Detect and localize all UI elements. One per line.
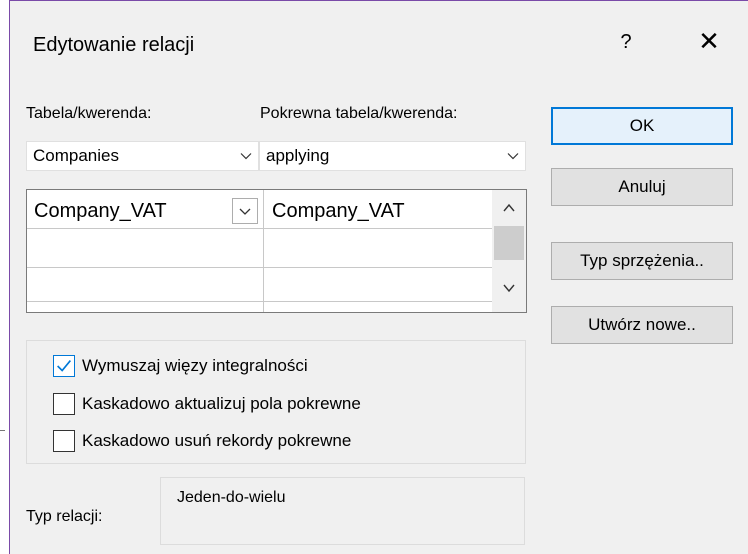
scroll-down-icon[interactable] bbox=[501, 280, 517, 296]
table-select-value: Companies bbox=[33, 146, 119, 165]
primary-field-cell[interactable]: Company_VAT bbox=[34, 200, 167, 223]
relation-type-box: Jeden-do-wielu bbox=[160, 477, 525, 545]
close-button[interactable]: ✕ bbox=[696, 28, 722, 54]
primary-field-dropdown[interactable] bbox=[232, 198, 258, 224]
join-type-button[interactable]: Typ sprzężenia.. bbox=[551, 242, 733, 280]
edit-relationships-dialog: Edytowanie relacji ? ✕ Tabela/kwerenda: … bbox=[9, 0, 748, 554]
chevron-down-icon bbox=[507, 153, 519, 160]
title-bar: Edytowanie relacji ? ✕ bbox=[10, 1, 748, 89]
grid-row-divider bbox=[27, 228, 493, 229]
cascade-update-checkbox[interactable] bbox=[53, 393, 75, 415]
related-table-select-value: applying bbox=[266, 146, 330, 165]
cascade-update-label[interactable]: Kaskadowo aktualizuj pola pokrewne bbox=[82, 394, 361, 414]
enforce-integrity-label[interactable]: Wymuszaj więzy integralności bbox=[82, 356, 308, 376]
relation-type-label: Typ relacji: bbox=[26, 508, 103, 525]
scroll-up-icon[interactable] bbox=[501, 200, 517, 216]
create-new-button[interactable]: Utwórz nowe.. bbox=[551, 306, 733, 344]
cancel-button[interactable]: Anuluj bbox=[551, 168, 733, 206]
related-table-label: Pokrewna tabela/kwerenda: bbox=[260, 105, 458, 122]
grid-vertical-scrollbar[interactable] bbox=[492, 190, 526, 312]
scroll-thumb[interactable] bbox=[494, 226, 524, 260]
help-button[interactable]: ? bbox=[616, 31, 636, 54]
cascade-delete-checkbox[interactable] bbox=[53, 430, 75, 452]
grid-column-divider bbox=[263, 190, 264, 312]
enforce-integrity-checkbox[interactable] bbox=[53, 355, 75, 377]
chevron-down-icon bbox=[240, 153, 252, 160]
background-tick bbox=[0, 430, 5, 431]
field-mapping-grid[interactable]: Company_VAT Company_VAT bbox=[26, 189, 527, 313]
background-window-edge bbox=[0, 0, 9, 554]
related-table-select[interactable]: applying bbox=[259, 141, 526, 171]
related-field-cell[interactable]: Company_VAT bbox=[272, 200, 405, 223]
ok-button[interactable]: OK bbox=[551, 107, 733, 145]
checkmark-icon bbox=[57, 360, 71, 372]
table-select[interactable]: Companies bbox=[26, 141, 259, 171]
grid-row-divider bbox=[27, 301, 493, 302]
integrity-options-group: Wymuszaj więzy integralności Kaskadowo a… bbox=[26, 340, 526, 464]
dialog-title: Edytowanie relacji bbox=[33, 34, 195, 56]
grid-row-divider bbox=[27, 267, 493, 268]
chevron-down-icon bbox=[239, 208, 251, 215]
relation-type-value: Jeden-do-wielu bbox=[177, 489, 286, 506]
table-label: Tabela/kwerenda: bbox=[26, 105, 152, 122]
cascade-delete-label[interactable]: Kaskadowo usuń rekordy pokrewne bbox=[82, 431, 351, 451]
